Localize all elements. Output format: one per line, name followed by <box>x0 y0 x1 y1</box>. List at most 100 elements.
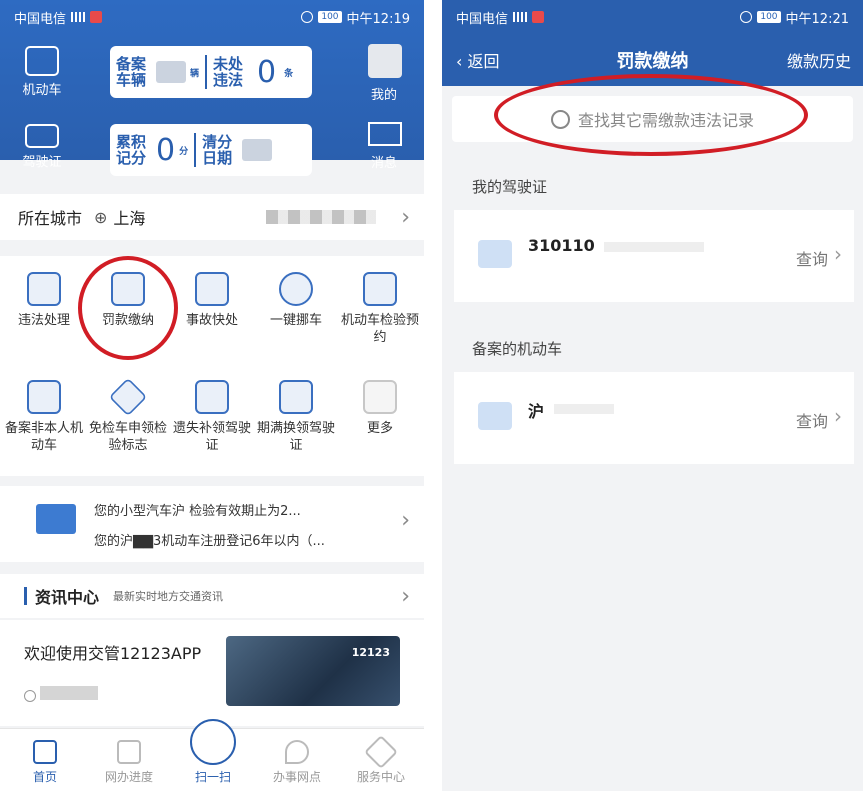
license-renew-icon <box>279 380 313 414</box>
violation-count: 0 <box>257 54 277 90</box>
payment-history-button[interactable]: 缴款历史 <box>787 48 851 72</box>
status-bar: 中国电信 100 中午12:21 <box>442 0 863 34</box>
violation-unit: 条 <box>284 68 294 79</box>
notice-line: 您的沪▇▇3机动车注册登记6年以内（... <box>94 534 325 549</box>
license-number-blur <box>604 242 704 252</box>
battery-icon: 100 <box>318 11 342 23</box>
chevron-right-icon: › <box>401 508 410 533</box>
grid-item-violation[interactable]: 违法处理 <box>2 272 86 329</box>
move-car-icon <box>279 272 313 306</box>
city-label: 所在城市 <box>18 209 83 228</box>
app-notification-icon <box>532 11 545 23</box>
car-icon <box>25 46 59 76</box>
chevron-right-icon: › <box>834 242 842 266</box>
news-subtitle: 最新实时地方交通资讯 <box>113 590 224 603</box>
tab-label: 服务中心 <box>356 770 405 784</box>
home-header: 中国电信 100 中午12:19 机动车 驾驶证 备案车辆 辆 未处违法 0 <box>0 0 424 176</box>
grid-label: 备案非本人机动车 <box>4 421 83 453</box>
tab-label: 扫一扫 <box>194 770 231 784</box>
plate-blur <box>554 404 614 414</box>
tab-home[interactable]: 首页 <box>10 740 80 785</box>
grid-item-inspection[interactable]: 机动车检验预约 <box>338 272 422 346</box>
grid-label: 免检车申领检验标志 <box>88 421 167 453</box>
home-screen: 中国电信 100 中午12:19 机动车 驾驶证 备案车辆 辆 未处违法 0 <box>0 0 424 791</box>
inspection-icon <box>363 272 397 306</box>
carrier-label: 中国电信 <box>14 11 67 27</box>
points-summary-card[interactable]: 累积 记分 0 分 清分 日期 <box>110 124 312 176</box>
grid-item-exempt-sticker[interactable]: 免检车申领检验标志 <box>86 377 170 454</box>
signal-icon <box>513 12 528 22</box>
more-grid-icon <box>363 380 397 414</box>
mail-icon[interactable] <box>368 122 402 146</box>
news-card[interactable]: 欢迎使用交管12123APP 12123 <box>0 620 424 726</box>
card1-left-2: 车辆 <box>116 71 147 89</box>
license-query-button[interactable]: 查询 <box>796 246 828 270</box>
highlight-oval <box>494 74 808 156</box>
card1-right-2: 违法 <box>213 71 244 89</box>
avatar[interactable] <box>368 44 402 78</box>
news-card-title: 欢迎使用交管12123APP <box>24 644 202 663</box>
news-header[interactable]: 资讯中心 最新实时地方交通资讯 › <box>0 574 424 618</box>
tab-label: 首页 <box>32 770 57 784</box>
grid-label: 更多 <box>366 421 393 436</box>
license-label: 驾驶证 <box>22 155 62 170</box>
vehicle-card[interactable]: 沪 查询 › <box>454 372 854 464</box>
license-card[interactable]: 310110 查询 › <box>454 210 854 302</box>
clock-icon <box>24 690 36 702</box>
mine-entry[interactable]: 我的 <box>354 84 414 103</box>
tab-service-center[interactable]: 服务中心 <box>346 735 416 785</box>
vehicle-count-blur <box>156 61 187 83</box>
news-thumbnail: 12123 <box>226 636 400 706</box>
tab-scan[interactable]: 扫一扫 <box>178 768 248 785</box>
car-icon <box>478 402 512 430</box>
weather-blur <box>266 210 376 224</box>
license-entry[interactable]: 驾驶证 <box>12 124 72 170</box>
service-grid: 违法处理 罚款缴纳 事故快处 一键挪车 机动车检验预约 备案非本人机动车 免检车… <box>0 256 424 476</box>
driver-license-icon <box>478 240 512 268</box>
vehicle-summary-card[interactable]: 备案 车辆 辆 未处 违法 0 条 <box>110 46 312 98</box>
tab-label: 网办进度 <box>104 770 153 784</box>
grid-item-renew-license[interactable]: 期满换领驾驶证 <box>254 380 338 454</box>
message-entry[interactable]: 消息 <box>354 152 414 171</box>
exempt-badge-icon <box>108 377 148 417</box>
tab-label: 办事网点 <box>272 770 321 784</box>
city-value: 上海 <box>113 209 146 228</box>
grid-label: 事故快处 <box>185 313 238 328</box>
vehicle-entry[interactable]: 机动车 <box>12 46 72 98</box>
license-section-label: 我的驾驶证 <box>472 178 548 196</box>
notice-panel[interactable]: 您的小型汽车沪 检验有效期止为2... 您的沪▇▇3机动车注册登记6年以内（..… <box>0 486 424 562</box>
register-icon <box>27 380 61 414</box>
tab-progress[interactable]: 网办进度 <box>94 740 164 785</box>
scan-icon[interactable] <box>190 719 236 765</box>
id-card-icon <box>25 124 59 148</box>
news-date-blur <box>40 686 98 700</box>
location-pin-icon <box>285 740 309 764</box>
grid-item-register-other[interactable]: 备案非本人机动车 <box>2 380 86 454</box>
vehicle-query-button[interactable]: 查询 <box>796 408 828 432</box>
highlight-circle <box>78 256 178 360</box>
grid-label: 遗失补领驾驶证 <box>172 421 251 453</box>
city-selector[interactable]: 所在城市 ⊕ 上海 › <box>0 194 424 240</box>
message-label: 消息 <box>370 156 397 171</box>
news-title: 资讯中心 <box>35 588 100 607</box>
card2-right-2: 日期 <box>202 149 233 167</box>
tab-service-points[interactable]: 办事网点 <box>262 740 332 785</box>
grid-label: 期满换领驾驶证 <box>256 421 335 453</box>
vehicle-label: 机动车 <box>22 83 62 98</box>
grid-item-move-car[interactable]: 一键挪车 <box>254 272 338 329</box>
accident-icon <box>195 272 229 306</box>
grid-item-lost-license[interactable]: 遗失补领驾驶证 <box>170 380 254 454</box>
service-center-icon <box>364 735 398 769</box>
carrier-label: 中国电信 <box>456 11 509 27</box>
grid-item-more[interactable]: 更多 <box>338 380 422 437</box>
battery-icon: 100 <box>757 11 781 23</box>
location-icon <box>301 11 314 23</box>
grid-item-accident[interactable]: 事故快处 <box>170 272 254 329</box>
license-number: 310110 <box>528 236 595 255</box>
chevron-right-icon: › <box>834 404 842 428</box>
grid-label: 机动车检验预约 <box>340 313 419 345</box>
notice-line: 您的小型汽车沪 检验有效期止为2... <box>94 504 301 519</box>
plate-number: 沪 <box>528 402 545 421</box>
thumb-logo-text: 12123 <box>351 646 390 659</box>
location-icon <box>740 11 753 23</box>
